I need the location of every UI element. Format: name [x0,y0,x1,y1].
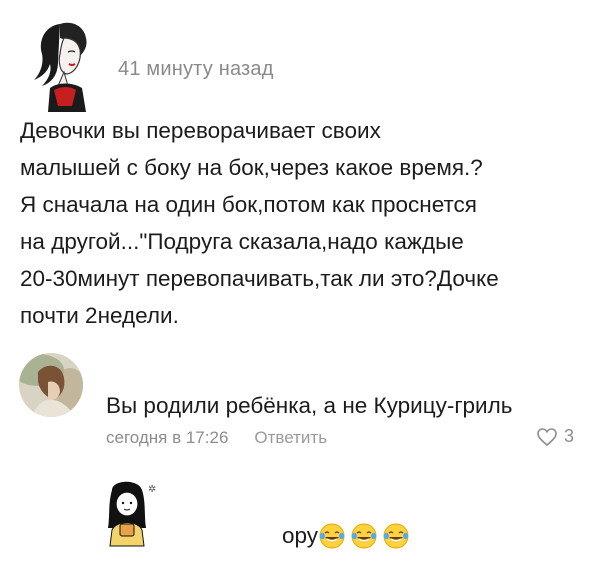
comment-body: ору [282,523,409,549]
like-button[interactable]: 3 [536,426,574,447]
user-photo-avatar [19,353,83,417]
comment-author-avatar[interactable]: ✲ [98,478,164,548]
laughing-tears-emoji [319,523,345,549]
comment-text: ору [282,523,319,548]
cartoon-girl-with-cup-icon: ✲ [108,481,156,547]
like-count: 3 [564,426,575,446]
reply-author-avatar[interactable] [18,352,84,418]
woman-portrait-sketch-icon [34,22,87,112]
post-author-avatar[interactable] [24,16,114,116]
reply-body-text: Вы родили ребёнка, а не Курицу-гриль [106,393,513,418]
post-body-text: Девочки вы переворачивает своих малышей … [20,118,499,328]
reply-button[interactable]: Ответить [254,428,327,448]
svg-text:✲: ✲ [148,484,156,495]
reply-date: сегодня в 17:26 [106,428,229,447]
heart-outline-icon [537,427,557,446]
post-timestamp: 41 минуту назад [118,58,274,80]
laughing-tears-emoji [383,523,409,549]
laughing-tears-emoji [351,523,377,549]
reply-meta: сегодня в 17:26 Ответить [106,428,327,448]
